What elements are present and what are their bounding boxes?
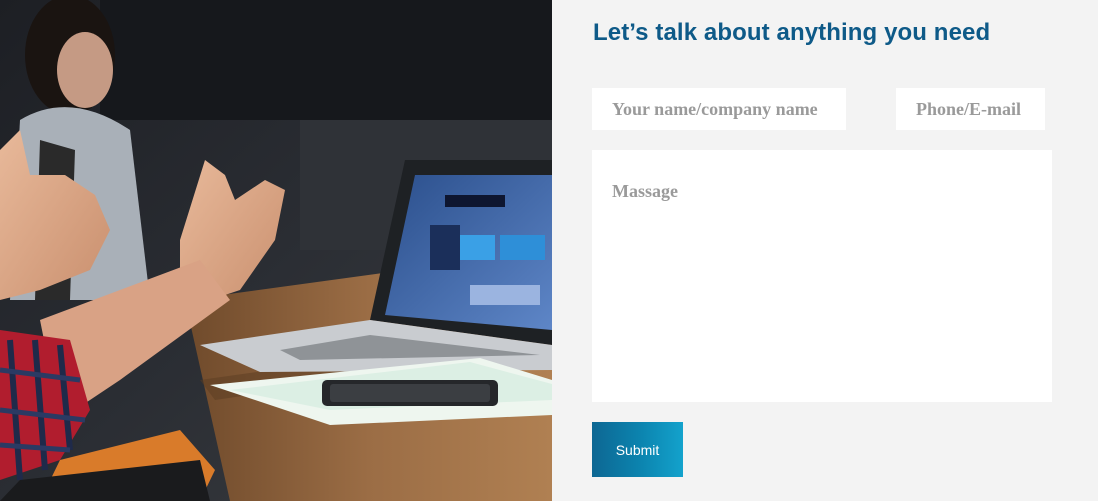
submit-button[interactable]: Submit xyxy=(592,422,683,477)
name-company-input[interactable] xyxy=(592,88,846,130)
contact-section: Let’s talk about anything you need Submi… xyxy=(0,0,1098,501)
contact-form: Let’s talk about anything you need Submi… xyxy=(552,0,1098,501)
form-heading: Let’s talk about anything you need xyxy=(593,19,991,46)
phone-email-input[interactable] xyxy=(896,88,1045,130)
message-textarea[interactable] xyxy=(592,150,1052,402)
meeting-photo xyxy=(0,0,552,501)
